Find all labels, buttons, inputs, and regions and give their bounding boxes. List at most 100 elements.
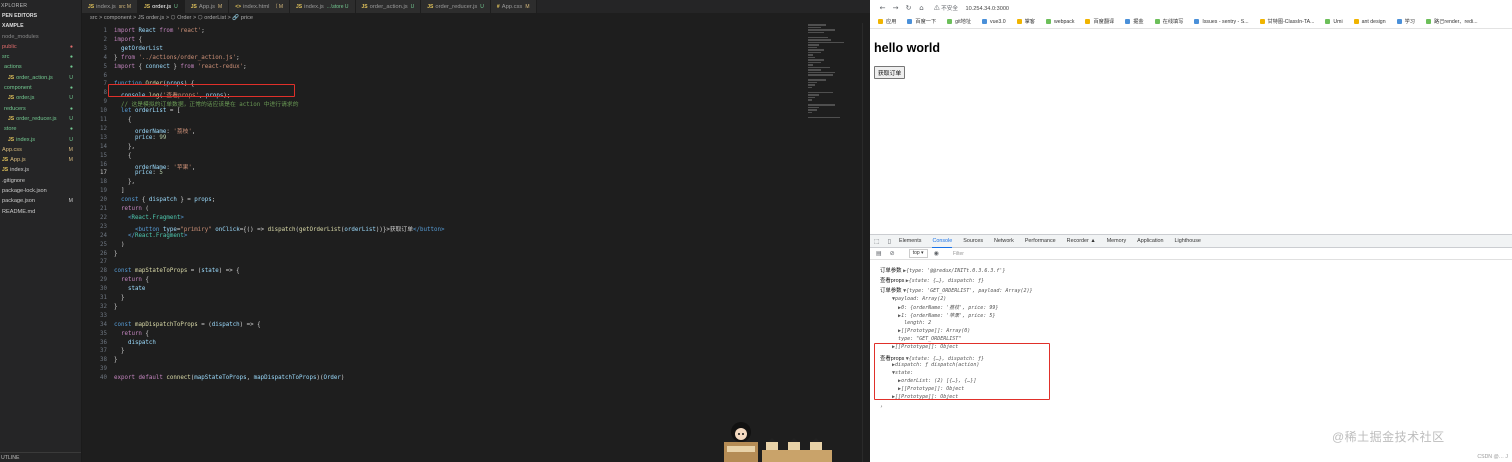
filter-input[interactable]: Filter xyxy=(953,251,964,257)
code-line[interactable]: } xyxy=(114,251,118,257)
code-line[interactable]: const mapStateToProps = (state) => { xyxy=(114,268,240,274)
bookmark-item[interactable]: Issues - sentry - S... xyxy=(1194,19,1249,25)
editor-tab[interactable]: JS index.js ...\store U xyxy=(290,0,356,13)
bookmark-item[interactable]: git地址 xyxy=(947,18,971,25)
code-line[interactable]: let orderList = [ xyxy=(114,108,180,114)
code-line[interactable]: import React from 'react'; xyxy=(114,28,205,34)
explorer-item[interactable]: JS App.js M xyxy=(0,155,81,165)
code-line[interactable]: return { xyxy=(114,277,149,283)
explorer-item[interactable]: package-lock.json xyxy=(0,186,81,196)
code-line[interactable]: }, xyxy=(114,179,135,185)
code-line[interactable]: ] xyxy=(114,188,125,194)
code-line[interactable]: state xyxy=(114,286,145,292)
explorer-item[interactable]: JS index.js U xyxy=(0,135,81,145)
devtools-tab[interactable]: Performance xyxy=(1025,235,1056,248)
console-line[interactable]: length: 2 xyxy=(880,320,931,326)
bookmark-item[interactable]: webpack xyxy=(1045,19,1074,25)
bookmark-item[interactable]: 百度一下 xyxy=(907,18,936,25)
inspect-icon[interactable]: ⬚ xyxy=(874,238,880,245)
devtools-tab[interactable]: Application xyxy=(1137,235,1163,248)
explorer-item[interactable]: component ● xyxy=(0,83,81,93)
editor-tab[interactable]: JS order_action.js U xyxy=(355,0,422,13)
code-line[interactable]: </React.Fragment> xyxy=(114,233,187,239)
console-line[interactable]: 查看props ▶{state: {…}, dispatch: ƒ} xyxy=(880,276,984,284)
code-line[interactable]: price: 5 xyxy=(114,170,163,176)
get-order-button[interactable]: 获取订单 xyxy=(874,66,906,79)
console-line[interactable]: 订单参数 ▼{type: 'GET_ORDERLIST', payload: A… xyxy=(880,286,1033,294)
explorer-item[interactable]: App.css M xyxy=(0,145,81,155)
minimap[interactable] xyxy=(808,23,862,118)
project-section[interactable]: XAMPLE xyxy=(0,21,81,31)
code-line[interactable]: { xyxy=(114,117,132,123)
explorer-item[interactable]: store ● xyxy=(0,124,81,134)
home-icon[interactable]: ⌂ xyxy=(915,4,928,12)
code-line[interactable]: price: 99 xyxy=(114,135,166,141)
code-line[interactable]: dispatch xyxy=(114,340,156,346)
bookmark-item[interactable]: 百度翻译 xyxy=(1085,18,1114,25)
code-line[interactable]: } xyxy=(114,295,125,301)
explorer-item[interactable]: node_modules xyxy=(0,32,81,42)
code-line[interactable]: return { xyxy=(114,331,149,337)
code-line[interactable]: // 这是模拟的订单数据，正常的话应该是在 action 中进行请求的 xyxy=(114,99,299,108)
code-line[interactable]: export default connect(mapStateToProps, … xyxy=(114,375,344,381)
open-editors-section[interactable]: PEN EDITORS xyxy=(0,11,81,21)
breadcrumb[interactable]: src > component > JS order.js > ⬡ Order … xyxy=(82,13,870,23)
bookmark-item[interactable]: 在线填写 xyxy=(1154,18,1183,25)
console-line[interactable]: type: "GET_ORDERLIST" xyxy=(880,336,961,342)
console-line[interactable]: ▶[[Prototype]]: Array(0) xyxy=(880,328,970,334)
code-line[interactable]: } xyxy=(114,357,118,363)
outline-section[interactable]: UTLINE xyxy=(0,452,81,462)
devtools-tab[interactable]: Console xyxy=(932,235,953,248)
devtools-tab[interactable]: Sources xyxy=(963,235,983,248)
context-selector[interactable]: top ▾ xyxy=(908,249,928,258)
explorer-item[interactable]: reducers ● xyxy=(0,104,81,114)
explorer-item[interactable]: README.md xyxy=(0,207,81,217)
bookmark-item[interactable]: vue3.0 xyxy=(982,19,1006,25)
console-line[interactable]: 订单参数 ▶{type: '@@redux/INITt.0.3.6.3.f'} xyxy=(880,266,1005,274)
bookmark-item[interactable]: 路己render、redi... xyxy=(1425,18,1478,25)
code-line[interactable]: <button type="primiry" onClick={() => di… xyxy=(114,224,445,233)
code-line[interactable]: return ( xyxy=(114,206,149,212)
code-line[interactable]: ) xyxy=(114,242,125,248)
explorer-item[interactable]: actions ● xyxy=(0,62,81,72)
bookmark-item[interactable]: 甘特图-ClassIn-TA... xyxy=(1259,18,1314,25)
code-line[interactable]: getOrderList xyxy=(114,46,163,52)
code-line[interactable]: } xyxy=(114,304,118,310)
forward-icon[interactable]: → xyxy=(889,4,902,12)
back-icon[interactable]: ← xyxy=(876,4,889,12)
console-line[interactable]: › xyxy=(880,404,883,410)
code-line[interactable]: import { connect } from 'react-redux'; xyxy=(114,64,247,70)
editor-tab[interactable]: JS order.js U xyxy=(138,0,185,13)
explorer-item[interactable]: package.json M xyxy=(0,196,81,206)
code-line[interactable]: } xyxy=(114,348,125,354)
editor-tab[interactable]: JS order_reducer.js U xyxy=(421,0,491,13)
editor-scrollbar[interactable] xyxy=(862,23,870,462)
devtools-tab[interactable]: Lighthouse xyxy=(1175,235,1201,248)
bookmark-item[interactable]: 学习 xyxy=(1396,18,1415,25)
eye-icon[interactable]: ◉ xyxy=(934,250,939,257)
device-toggle-icon[interactable]: ▯ xyxy=(888,238,891,245)
devtools-tab[interactable]: Recorder ▲ xyxy=(1067,235,1096,248)
explorer-item[interactable]: JS order.js U xyxy=(0,93,81,103)
security-indicator[interactable]: ⚠ 不安全 xyxy=(934,6,958,12)
explorer-item[interactable]: JS order_action.js U xyxy=(0,73,81,83)
editor-tab[interactable]: <> index.html 〔 M xyxy=(229,0,291,13)
address-bar[interactable]: ⚠ 不安全 10.254.34.0:3000 xyxy=(934,4,1009,12)
bookmark-item[interactable]: Umi xyxy=(1325,19,1343,25)
explorer-item[interactable]: JS order_reducer.js U xyxy=(0,114,81,124)
code-line[interactable]: const { dispatch } = props; xyxy=(114,197,215,203)
bookmark-item[interactable]: 掌客 xyxy=(1016,18,1035,25)
explorer-item[interactable]: src ● xyxy=(0,52,81,62)
code-line[interactable]: orderName: '苹果', xyxy=(114,162,195,171)
explorer-item[interactable]: .gitignore xyxy=(0,176,81,186)
explorer-item[interactable]: JS index.js xyxy=(0,165,81,175)
bookmark-item[interactable]: 应用 xyxy=(878,18,896,25)
console-line[interactable]: ▼payload: Array(2) xyxy=(880,296,946,302)
code-line[interactable]: { xyxy=(114,153,132,159)
code-line[interactable]: const mapDispatchToProps = (dispatch) =>… xyxy=(114,322,261,328)
code-line[interactable]: <React.Fragment> xyxy=(114,215,184,221)
reload-icon[interactable]: ↻ xyxy=(902,4,915,12)
code-line[interactable]: } from '../actions/order_action.js'; xyxy=(114,55,240,61)
console-line[interactable]: ▶1: {orderName: '苹果', price: 5} xyxy=(880,312,995,319)
sidebar-toggle-icon[interactable]: ▤ xyxy=(876,250,882,257)
